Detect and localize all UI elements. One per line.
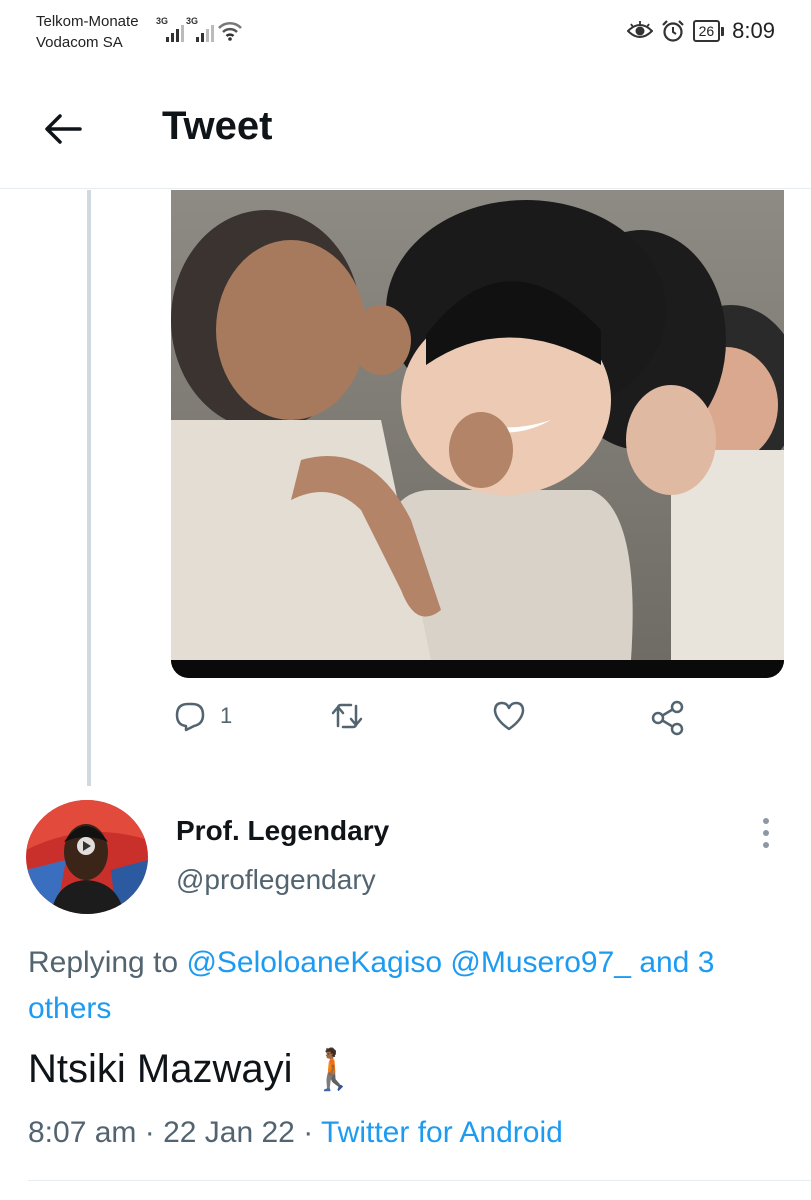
app-header: Tweet: [0, 70, 811, 189]
carrier-info: Telkom-Monate Vodacom SA: [36, 11, 139, 53]
signal-icon: 3G: [186, 16, 214, 42]
battery-icon: 26: [692, 20, 725, 42]
wifi-icon: [218, 21, 242, 41]
carrier-secondary: Vodacom SA: [36, 34, 123, 51]
replying-prefix: Replying to: [28, 946, 179, 979]
page-title: Tweet: [162, 104, 273, 148]
user-handle[interactable]: @proflegendary: [176, 864, 376, 896]
photo-children-playing: [171, 190, 784, 678]
reply-icon: [175, 702, 205, 732]
divider: [28, 1180, 811, 1181]
clock: 8:09: [732, 18, 775, 43]
battery-level: 26: [692, 20, 721, 42]
heart-icon: [493, 701, 525, 731]
status-bar: Telkom-Monate Vodacom SA 3G 3G 26 8:09: [0, 0, 811, 70]
share-button[interactable]: [650, 700, 686, 736]
mention-link[interactable]: @Musero97_: [450, 946, 631, 979]
tweet-source-link[interactable]: Twitter for Android: [321, 1116, 563, 1149]
tweet-date: 22 Jan 22: [163, 1116, 295, 1149]
avatar[interactable]: [26, 800, 148, 914]
status-right-group: 26 8:09: [626, 18, 775, 44]
mention-link[interactable]: @SeloloaneKagiso: [186, 946, 442, 979]
network-indicators: 3G 3G: [156, 16, 244, 42]
retweet-icon: [331, 703, 363, 729]
reply-count: 1: [220, 703, 233, 728]
tweet-body: Ntsiki Mazwayi: [28, 1047, 293, 1091]
display-name[interactable]: Prof. Legendary: [176, 815, 389, 847]
tweet-text: Ntsiki Mazwayi 🚶🏾: [28, 1046, 358, 1093]
more-vertical-icon[interactable]: [752, 815, 780, 851]
share-icon: [651, 700, 684, 736]
eye-comfort-icon: [626, 21, 653, 38]
tweet-metadata: 8:07 am · 22 Jan 22 · Twitter for Androi…: [28, 1116, 563, 1150]
signal-icon: 3G: [156, 16, 184, 42]
retweet-button[interactable]: [330, 700, 364, 732]
arrow-left-icon[interactable]: [40, 106, 86, 152]
replying-to-line: Replying to @SeloloaneKagiso @Musero97_ …: [28, 940, 798, 1032]
carrier-primary: Telkom-Monate: [36, 13, 139, 30]
tweet-actions: 1: [170, 700, 730, 748]
profile-photo: [26, 800, 148, 914]
thread-connector-line: [87, 190, 91, 786]
tweet-media-image[interactable]: [171, 190, 784, 678]
like-button[interactable]: [492, 700, 526, 732]
alarm-icon: [661, 20, 684, 42]
meta-separator: ·: [144, 1116, 155, 1149]
tweet-time: 8:07 am: [28, 1116, 137, 1149]
walking-person-emoji: 🚶🏾: [308, 1048, 359, 1092]
meta-separator: ·: [303, 1116, 314, 1149]
reply-button[interactable]: 1: [174, 700, 232, 732]
